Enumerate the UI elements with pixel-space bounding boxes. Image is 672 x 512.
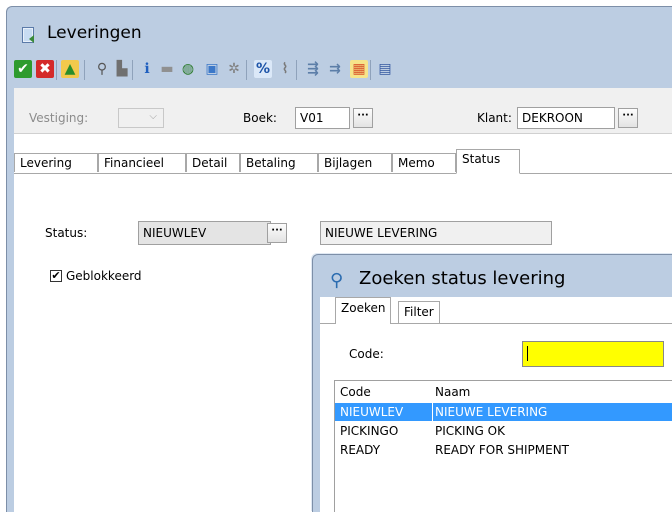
toolbar-separator [84,60,85,80]
tab-detail[interactable]: Detail [186,153,240,172]
upload-icon[interactable]: ▲ [61,60,79,78]
tab-zoeken[interactable]: Zoeken [335,297,392,324]
toolbar-separator [56,60,57,80]
cell-code: NIEUWLEV [340,405,404,419]
code-label: Code: [349,347,384,361]
tree-icon[interactable]: ⇶ [304,60,322,78]
list-item[interactable]: READY READY FOR SHIPMENT [335,441,672,459]
toolbar: ✔ ✖ ▲ ⚲ ▙ ℹ ▬ ◍ ▣ ✲% ⌇ ⇶ ⇉ ▦ ▤ [14,54,672,86]
klant-field[interactable]: DEKROON [517,107,615,129]
gear-icon[interactable]: ✲ [225,60,243,78]
tab-bijlagen[interactable]: Bijlagen [318,153,392,172]
dialog-body: Zoeken Filter Code: Code Naam NIEUWLEV NI… [320,297,672,512]
tab-memo[interactable]: Memo [392,153,456,172]
cell-naam: PICKING OK [435,424,505,438]
checkmark-icon: ✔ [51,269,61,282]
boek-field[interactable]: V01 [295,107,350,129]
paperclip-icon[interactable]: ⌇ [276,60,294,78]
percent-icon[interactable]: % [254,60,272,78]
lookup-dialog: ⚲ Zoeken status levering Zoeken Filter C… [312,254,672,512]
column-header-code[interactable]: Code [340,385,371,399]
blocked-label: Geblokkeerd [66,269,142,283]
status-lookup-button[interactable]: ··· [267,223,287,243]
cell-naam: NIEUWE LEVERING [435,405,548,419]
accept-icon[interactable]: ✔ [14,60,32,78]
boek-lookup-button[interactable]: ··· [353,108,373,128]
list-item[interactable]: NIEUWLEV NIEUWE LEVERING [335,403,672,421]
status-code-field[interactable]: NIEUWLEV [138,221,271,245]
search-icon[interactable]: ⚲ [93,60,111,78]
dialog-tab-strip: Zoeken Filter [320,297,672,324]
globe-icon[interactable]: ◍ [179,60,197,78]
tab-financieel[interactable]: Financieel [98,153,186,172]
vestiging-label: Vestiging: [29,111,89,125]
cell-divider [432,403,433,421]
list-header: Code Naam [335,383,672,401]
tab-levering[interactable]: Levering [14,153,98,172]
title-bar[interactable]: Leveringen [7,7,672,43]
toolbar-separator [370,60,371,80]
toolbar-separator [296,60,297,80]
bar-icon[interactable]: ▬ [158,60,176,78]
chevron-down-icon: ⌵ [149,111,157,122]
tab-betaling[interactable]: Betaling [240,153,318,172]
status-label: Status: [45,226,88,240]
toolbar-separator [246,60,247,80]
status-description-field: NIEUWE LEVERING [320,221,552,245]
column-header-naam[interactable]: Naam [435,385,470,399]
tab-strip: Levering Financieel Detail Betaling Bijlagen… [14,149,672,174]
code-input[interactable] [522,341,664,367]
save-icon[interactable]: ▤ [376,60,394,78]
results-list[interactable]: Code Naam NIEUWLEV NIEUWE LEVERING PICKING… [334,380,672,512]
window-title: Leveringen [47,23,142,43]
grid-icon[interactable]: ▦ [350,60,368,78]
info-icon[interactable]: ℹ [138,60,156,78]
text-cursor [527,346,528,361]
dialog-title: Zoeken status levering [359,268,566,289]
klant-lookup-button[interactable]: ··· [618,108,638,128]
image-icon[interactable]: ▣ [203,60,221,78]
blocked-checkbox[interactable]: ✔ [50,270,62,282]
boek-label: Boek: [243,111,277,125]
list-item[interactable]: PICKINGO PICKING OK [335,422,672,440]
cell-code: READY [340,443,381,457]
tab-status[interactable]: Status [456,149,520,174]
cancel-icon[interactable]: ✖ [36,60,54,78]
tab-filter[interactable]: Filter [398,301,440,323]
search-icon: ⚲ [330,270,344,291]
klant-label: Klant: [477,111,512,125]
stamp-icon[interactable]: ▙ [113,60,131,78]
header-panel: Vestiging: ⌵ Boek: V01 ··· Klant: DEKROO… [14,88,672,134]
dialog-title-bar[interactable]: ⚲ Zoeken status levering [313,255,672,297]
vestiging-select[interactable]: ⌵ [118,108,164,128]
cell-naam: READY FOR SHIPMENT [435,443,570,457]
cell-code: PICKINGO [340,424,399,438]
document-icon [22,27,34,43]
toolbar-separator [132,60,133,80]
flow-icon[interactable]: ⇉ [326,60,344,78]
